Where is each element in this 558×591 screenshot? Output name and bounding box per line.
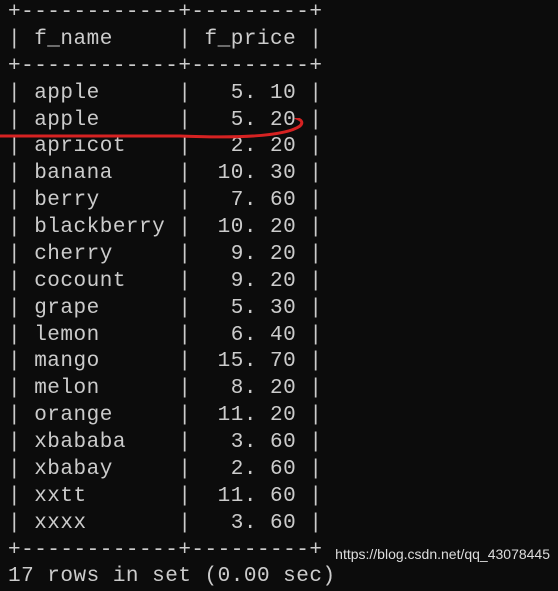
mysql-output: +------------+---------+ | f_name | f_pr… — [0, 0, 558, 591]
watermark: https://blog.csdn.net/qq_43078445 — [335, 546, 550, 564]
